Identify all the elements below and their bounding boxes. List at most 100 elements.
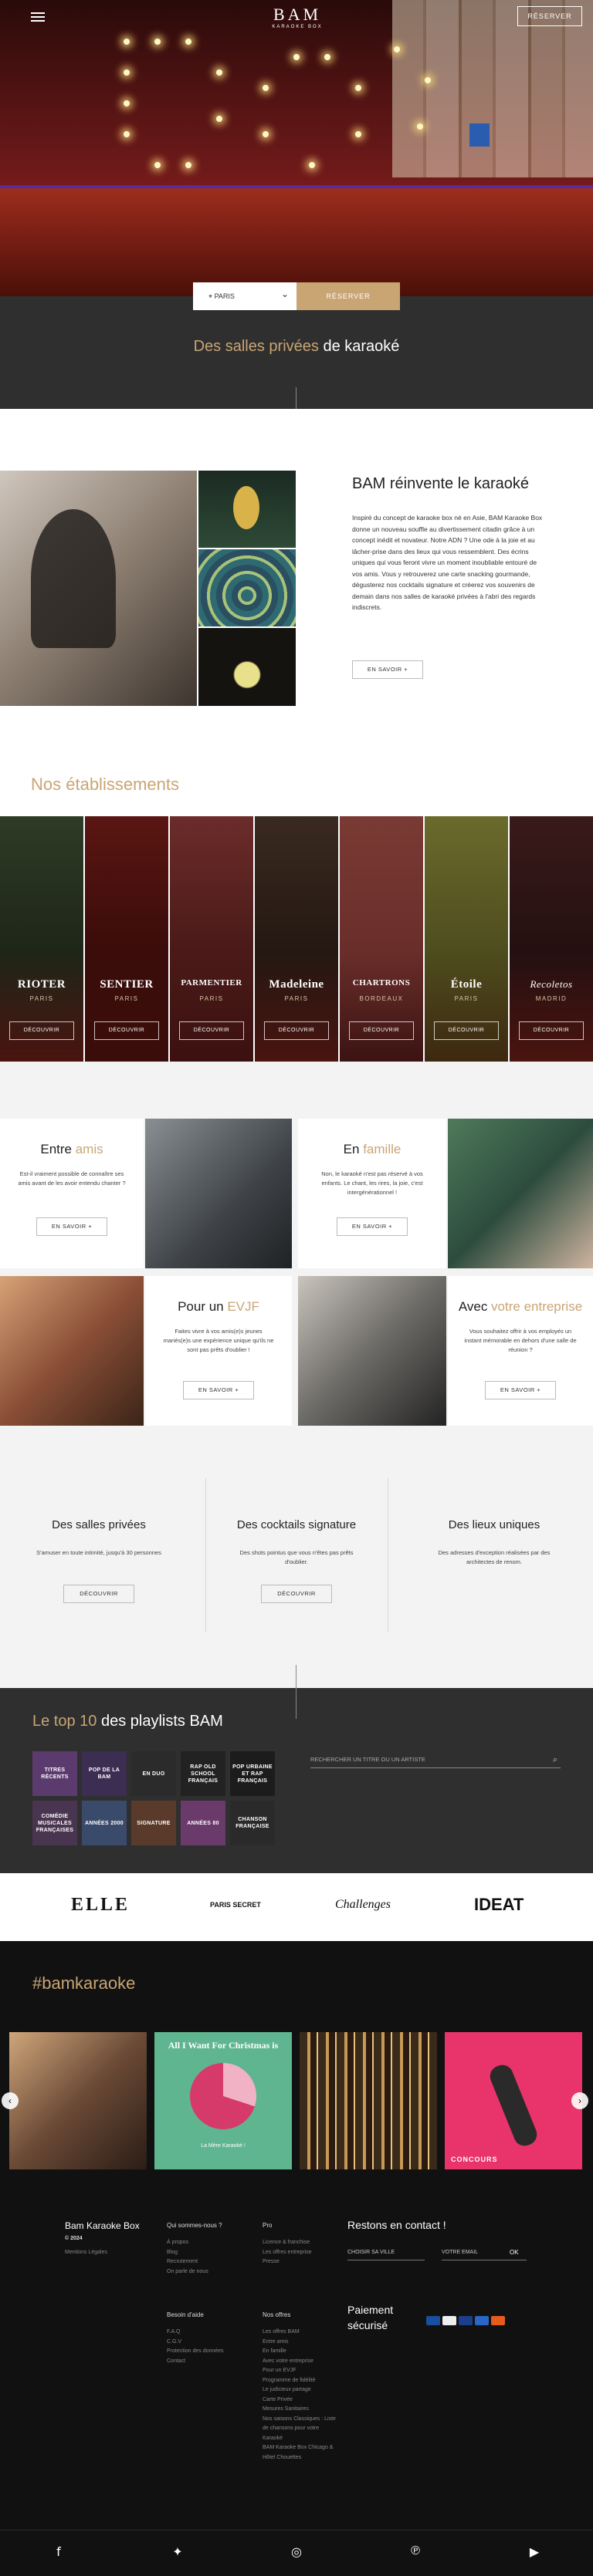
occasion-more-button[interactable]: EN SAVOIR +: [183, 1381, 254, 1399]
reserve-button-header[interactable]: RÉSERVER: [517, 6, 582, 26]
youtube-icon[interactable]: ▶: [527, 2544, 542, 2560]
footer-link[interactable]: À propos: [167, 2238, 222, 2248]
feature-text: Des shots pointus que vous n'êtes pas pr…: [239, 1549, 354, 1565]
city-select[interactable]: ⌖ PARIS: [193, 280, 296, 310]
playlist-tile[interactable]: POP DE LA BAM: [82, 1751, 127, 1796]
instagram-post[interactable]: [300, 2032, 437, 2169]
venue-city: PARIS: [29, 995, 54, 1002]
chevron-right-icon[interactable]: ›: [571, 2092, 588, 2109]
occasion-amis: Entre amis Est-il vraiment possible de c…: [0, 1119, 144, 1268]
footer: Bam Karaoke Box © 2024 Mentions Légales …: [0, 2210, 593, 2530]
venue-card[interactable]: CHARTRONS BORDEAUX DÉCOUVRIR: [340, 816, 423, 1062]
booking-submit-button[interactable]: RÉSERVER: [296, 282, 400, 310]
playlist-search-input[interactable]: RECHERCHER UN TITRE OU UN ARTISTE ⌕: [310, 1751, 561, 1768]
footer-col-help: Besoin d'aide F.A.Q C.G.V Protection des…: [167, 2311, 224, 2366]
pinterest-icon[interactable]: ℗: [408, 2544, 423, 2558]
venue-name: CHARTRONS: [352, 978, 411, 988]
playlist-tile[interactable]: TITRES RÉCENTS: [32, 1751, 77, 1796]
venue-discover-button[interactable]: DÉCOUVRIR: [9, 1021, 74, 1040]
footer-link[interactable]: En famille: [263, 2347, 340, 2357]
occasion-text: Vous souhaitez offrir à vos employés un …: [464, 1328, 577, 1353]
venue-name: Étoile: [450, 978, 483, 991]
venue-card[interactable]: Madeleine PARIS DÉCOUVRIR: [255, 816, 338, 1062]
occasion-title: Pour un EVJF: [145, 1299, 292, 1315]
venue-card[interactable]: Étoile PARIS DÉCOUVRIR: [425, 816, 508, 1062]
footer-link[interactable]: F.A.Q: [167, 2328, 224, 2338]
venue-name: PARMENTIER: [181, 978, 242, 988]
footer-link[interactable]: Nos saisons Classiques : Liste de chanso…: [263, 2415, 340, 2444]
venue-card[interactable]: Recoletos MADRID DÉCOUVRIR: [510, 816, 593, 1062]
venue-discover-button[interactable]: DÉCOUVRIR: [519, 1021, 584, 1040]
footer-link[interactable]: Recrutement: [167, 2257, 222, 2267]
footer-link[interactable]: Les offres BAM: [263, 2328, 340, 2338]
instagram-post[interactable]: [9, 2032, 147, 2169]
footer-legal-link[interactable]: Mentions Légales: [65, 2250, 107, 2255]
logo[interactable]: BAM KARAOKE BOX: [263, 5, 332, 29]
footer-link[interactable]: Mesures Sanitaires: [263, 2405, 340, 2415]
footer-link[interactable]: C.G.V: [167, 2338, 224, 2348]
playlist-tile[interactable]: ANNÉES 2000: [82, 1801, 127, 1845]
card-icon: [442, 2316, 456, 2325]
venue-card[interactable]: RIOTER PARIS DÉCOUVRIR: [0, 816, 83, 1062]
newsletter-submit-button[interactable]: OK: [510, 2245, 528, 2260]
playlists-title-white: des playlists BAM: [97, 1713, 223, 1730]
footer-link[interactable]: Protection des données: [167, 2347, 224, 2357]
venue-discover-button[interactable]: DÉCOUVRIR: [264, 1021, 329, 1040]
venues-list: RIOTER PARIS DÉCOUVRIR SENTIER PARIS DÉCOUVR…: [0, 816, 593, 1062]
footer-link[interactable]: Programme de fidélité: [263, 2376, 340, 2386]
playlist-tile[interactable]: CHANSON FRANÇAISE: [230, 1801, 275, 1845]
footer-link[interactable]: Presse: [263, 2257, 312, 2267]
instagram-icon[interactable]: ◎: [289, 2544, 304, 2560]
footer-link[interactable]: Avec votre entreprise: [263, 2357, 340, 2367]
facebook-icon[interactable]: f: [51, 2544, 66, 2559]
footer-link[interactable]: Blog: [167, 2248, 222, 2258]
playlist-tile[interactable]: ANNÉES 80: [181, 1801, 225, 1845]
footer-link[interactable]: On parle de nous: [167, 2267, 222, 2277]
social-bar: f ✦ ◎ ℗ ▶: [0, 2530, 593, 2576]
playlist-tile[interactable]: COMÉDIE MUSICALES FRANÇAISES: [32, 1801, 77, 1845]
instagram-post[interactable]: All I Want For Christmas is La Mère Kara…: [154, 2032, 292, 2169]
press-logos: ELLE PARIS SECRET Challenges IDEAT: [0, 1873, 593, 1941]
playlist-tile[interactable]: POP URBAINE ET RAP FRANÇAIS: [230, 1751, 275, 1796]
twitter-icon[interactable]: ✦: [170, 2544, 185, 2560]
playlist-tile[interactable]: SIGNATURE: [131, 1801, 176, 1845]
venue-discover-button[interactable]: DÉCOUVRIR: [94, 1021, 159, 1040]
venue-discover-button[interactable]: DÉCOUVRIR: [434, 1021, 499, 1040]
instagram-post[interactable]: CONCOURS: [445, 2032, 582, 2169]
venue-discover-button[interactable]: DÉCOUVRIR: [349, 1021, 414, 1040]
footer-link[interactable]: BAM Karaoke Box Chicago & Hôtel Chouette…: [263, 2443, 340, 2463]
occasion-title-a: Pour un: [178, 1299, 228, 1314]
footer-link[interactable]: Contact: [167, 2357, 224, 2367]
venue-card[interactable]: PARMENTIER PARIS DÉCOUVRIR: [170, 816, 253, 1062]
sofa: [0, 185, 593, 296]
playlist-tile[interactable]: RAP OLD SCHOOL FRANÇAIS: [181, 1751, 225, 1796]
footer-link[interactable]: Les offres entreprise: [263, 2248, 312, 2258]
occasion-more-button[interactable]: EN SAVOIR +: [485, 1381, 556, 1399]
footer-link[interactable]: Carte Privée: [263, 2395, 340, 2406]
search-icon[interactable]: ⌕: [553, 1751, 557, 1768]
singer-photo: [0, 471, 197, 706]
occasion-more-button[interactable]: EN SAVOIR +: [36, 1217, 107, 1236]
feature-discover-button[interactable]: DÉCOUVRIR: [261, 1585, 332, 1603]
instagram-section: #bamkaraoke All I Want For Christmas is …: [0, 1941, 593, 2210]
about-more-button[interactable]: EN SAVOIR +: [352, 660, 423, 679]
feature-discover-button[interactable]: DÉCOUVRIR: [63, 1585, 134, 1603]
occasion-title-a: Entre: [40, 1142, 76, 1156]
footer-link[interactable]: Pour un EVJF: [263, 2366, 340, 2376]
venue-city: PARIS: [114, 995, 139, 1002]
menu-icon[interactable]: [31, 12, 45, 22]
venue-card[interactable]: SENTIER PARIS DÉCOUVRIR: [85, 816, 168, 1062]
playlist-tile[interactable]: EN DUO: [131, 1751, 176, 1796]
page: BAMKARAOKE BOX RÉSERVER ⌖ PARIS RÉSERVER…: [0, 0, 593, 2576]
footer-link[interactable]: Licence & franchise: [263, 2238, 312, 2248]
venue-discover-button[interactable]: DÉCOUVRIR: [179, 1021, 244, 1040]
venue-city: PARIS: [454, 995, 479, 1002]
chevron-left-icon[interactable]: ‹: [2, 2092, 19, 2109]
occasion-title-b: famille: [363, 1142, 402, 1156]
footer-link[interactable]: Le judicieux partage: [263, 2385, 340, 2395]
feature-lieux: Des lieux uniques Des adresses d'excepti…: [395, 1432, 593, 1688]
city-select[interactable]: CHOISIR SA VILLE: [347, 2245, 425, 2260]
occasion-more-button[interactable]: EN SAVOIR +: [337, 1217, 408, 1236]
footer-link[interactable]: Entre amis: [263, 2338, 340, 2348]
footer-copyright: © 2024: [65, 2236, 83, 2241]
